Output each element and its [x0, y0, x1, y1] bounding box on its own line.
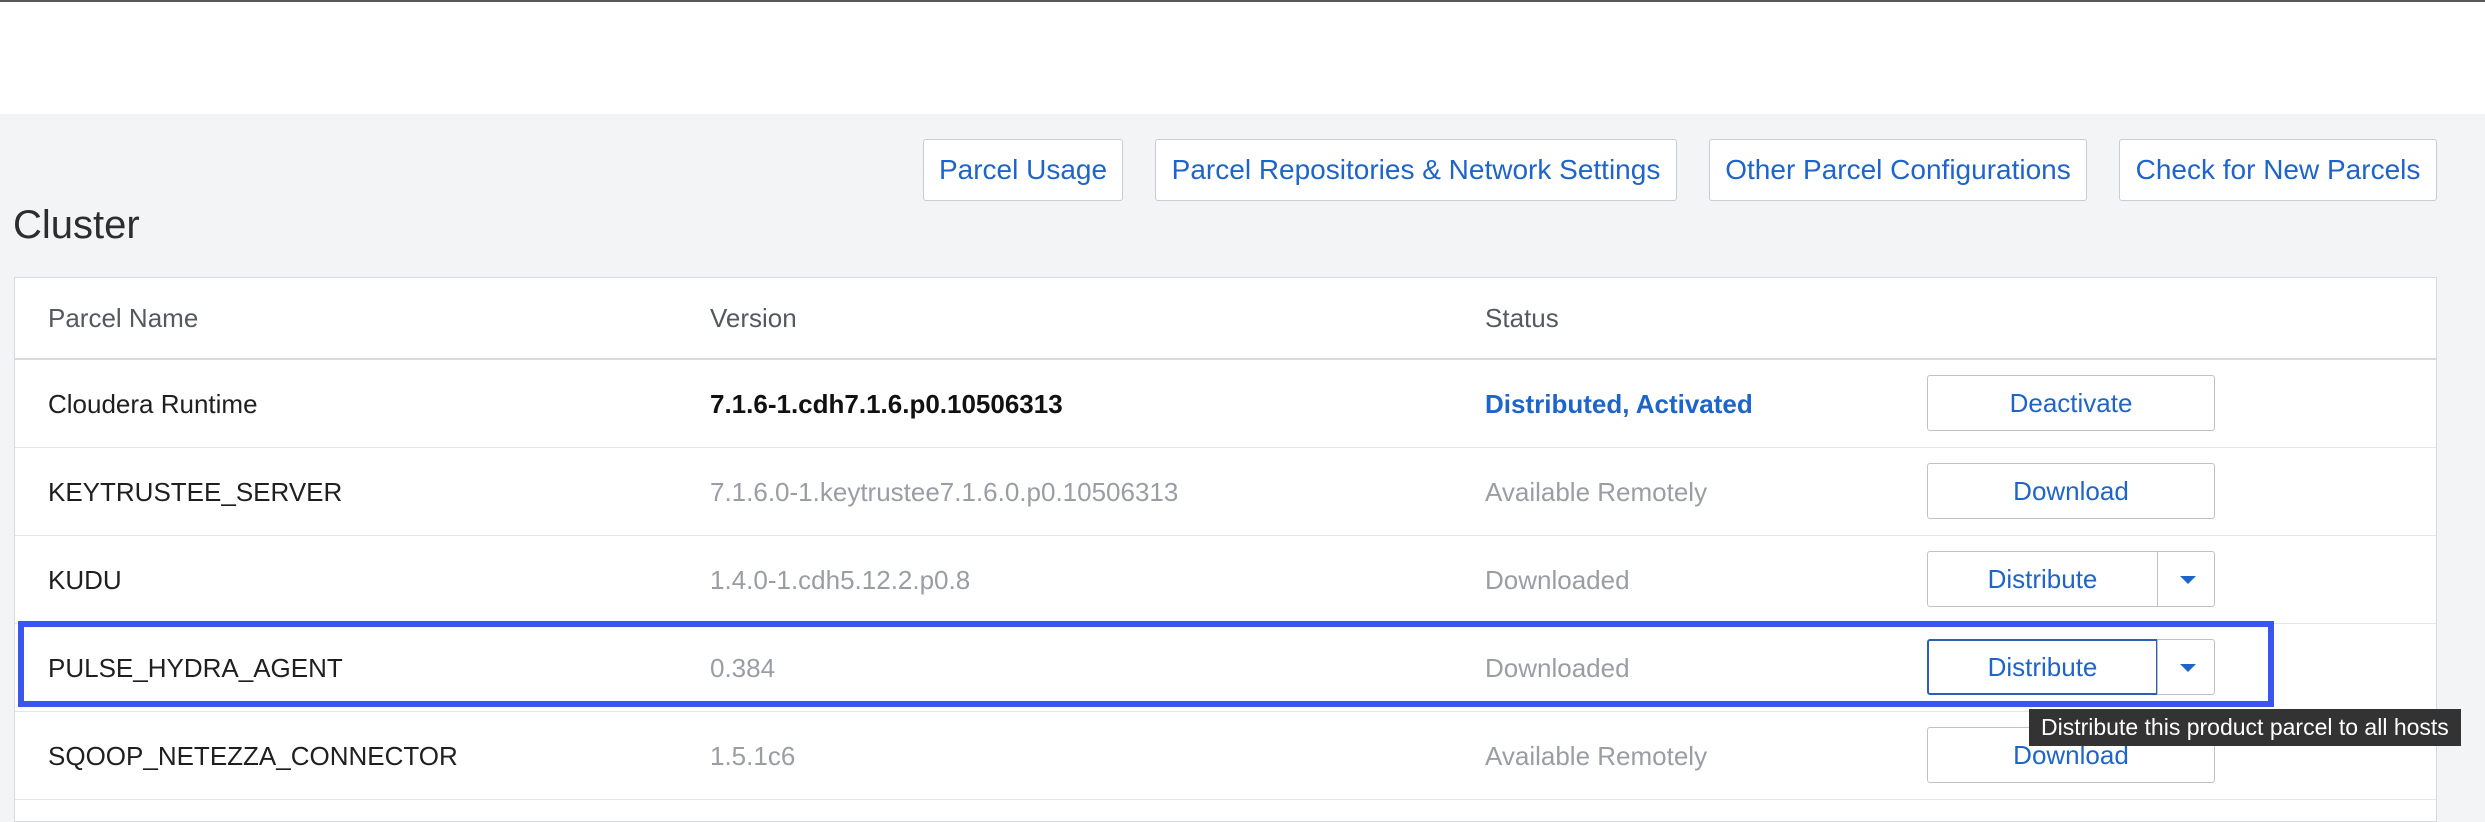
caret-down-icon [2180, 664, 2196, 672]
distribute-button[interactable]: Distribute [1927, 551, 2158, 607]
parcel-status[interactable]: Distributed, Activated [1485, 360, 1753, 448]
parcel-status: Downloaded [1485, 565, 1630, 595]
tooltip: Distribute this product parcel to all ho… [2029, 709, 2461, 746]
parcel-version: 7.1.6-1.cdh7.1.6.p0.10506313 [710, 389, 1063, 419]
parcel-name: PULSE_HYDRA_AGENT [48, 653, 343, 683]
parcel-name: KEYTRUSTEE_SERVER [48, 477, 343, 507]
parcel-name: KUDU [48, 565, 122, 595]
table-row: KEYTRUSTEE_SERVER 7.1.6.0-1.keytrustee7.… [15, 448, 2436, 536]
other-parcel-configurations-button[interactable]: Other Parcel Configurations [1709, 139, 2087, 201]
header-status: Status [1485, 303, 1559, 333]
table-header: Parcel Name Version Status [15, 278, 2436, 360]
cluster-title: Cluster [13, 203, 140, 247]
header-parcel-name: Parcel Name [48, 303, 199, 333]
table-row: PULSE_HYDRA_AGENT 0.384 Downloaded Distr… [15, 624, 2436, 712]
table-row: KUDU 1.4.0-1.cdh5.12.2.p0.8 Downloaded D… [15, 536, 2436, 624]
caret-down-icon [2180, 576, 2196, 584]
header-version: Version [710, 303, 797, 333]
top-divider [0, 0, 2485, 2]
parcel-usage-button[interactable]: Parcel Usage [923, 139, 1123, 201]
download-button[interactable]: Download [1927, 463, 2215, 519]
parcel-version: 0.384 [710, 653, 776, 683]
parcel-status: Available Remotely [1485, 477, 1708, 507]
parcel-version: 1.5.1c6 [710, 741, 796, 771]
parcel-name: SQOOP_NETEZZA_CONNECTOR [48, 741, 458, 771]
parcel-status: Downloaded [1485, 653, 1630, 683]
table-row: Cloudera Runtime 7.1.6-1.cdh7.1.6.p0.105… [15, 360, 2436, 448]
check-new-parcels-button[interactable]: Check for New Parcels [2119, 139, 2437, 201]
parcel-status: Available Remotely [1485, 741, 1708, 771]
deactivate-button[interactable]: Deactivate [1927, 375, 2215, 431]
actions-dropdown-toggle[interactable] [2157, 639, 2215, 695]
actions-dropdown-toggle[interactable] [2157, 551, 2215, 607]
parcel-version: 7.1.6.0-1.keytrustee7.1.6.0.p0.10506313 [710, 477, 1179, 507]
distribute-button[interactable]: Distribute [1927, 639, 2158, 695]
parcel-version: 1.4.0-1.cdh5.12.2.p0.8 [710, 565, 971, 595]
parcel-name: Cloudera Runtime [48, 389, 258, 419]
parcel-repositories-button[interactable]: Parcel Repositories & Network Settings [1155, 139, 1677, 201]
